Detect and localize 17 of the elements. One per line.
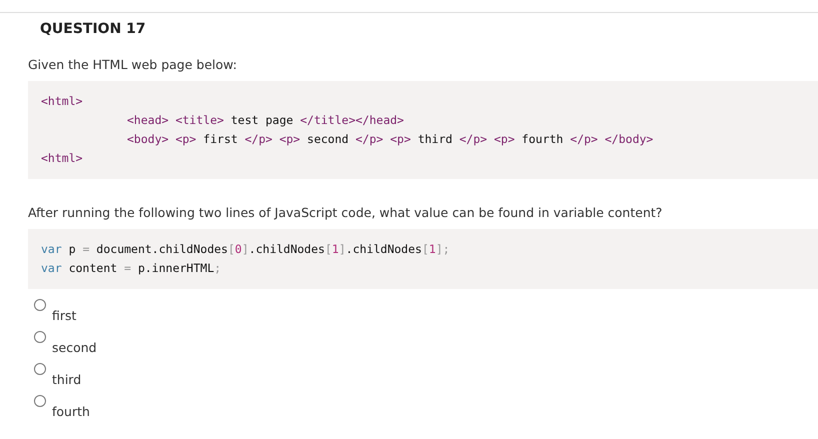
code-line: <head> <title> test page </title></head> <box>126 112 404 129</box>
option-label[interactable]: third <box>52 371 82 389</box>
question-prompt: After running the following two lines of JavaScript code, what value can be found in variable content? <box>28 205 664 221</box>
question-title: QUESTION 17 <box>40 20 147 38</box>
question-intro: Given the HTML web page below: <box>28 57 238 73</box>
radio-button[interactable] <box>34 395 46 407</box>
code-line: <html> <box>41 93 83 110</box>
option-label[interactable]: fourth <box>52 403 90 421</box>
code-line: <html> <box>41 150 83 167</box>
code-line: <body> <p> first </p> <p> second </p> <p> third </p> <p> fourth </p> </body> <box>126 131 654 148</box>
radio-button[interactable] <box>34 299 46 311</box>
code-line: var p = document.childNodes[0].childNodes[1].childNodes[1]; <box>41 241 450 258</box>
option-label[interactable]: second <box>52 339 97 357</box>
option-label[interactable]: first <box>52 307 76 325</box>
code-line: var content = p.innerHTML; <box>41 260 222 277</box>
radio-button[interactable] <box>34 331 46 343</box>
radio-button[interactable] <box>34 363 46 375</box>
